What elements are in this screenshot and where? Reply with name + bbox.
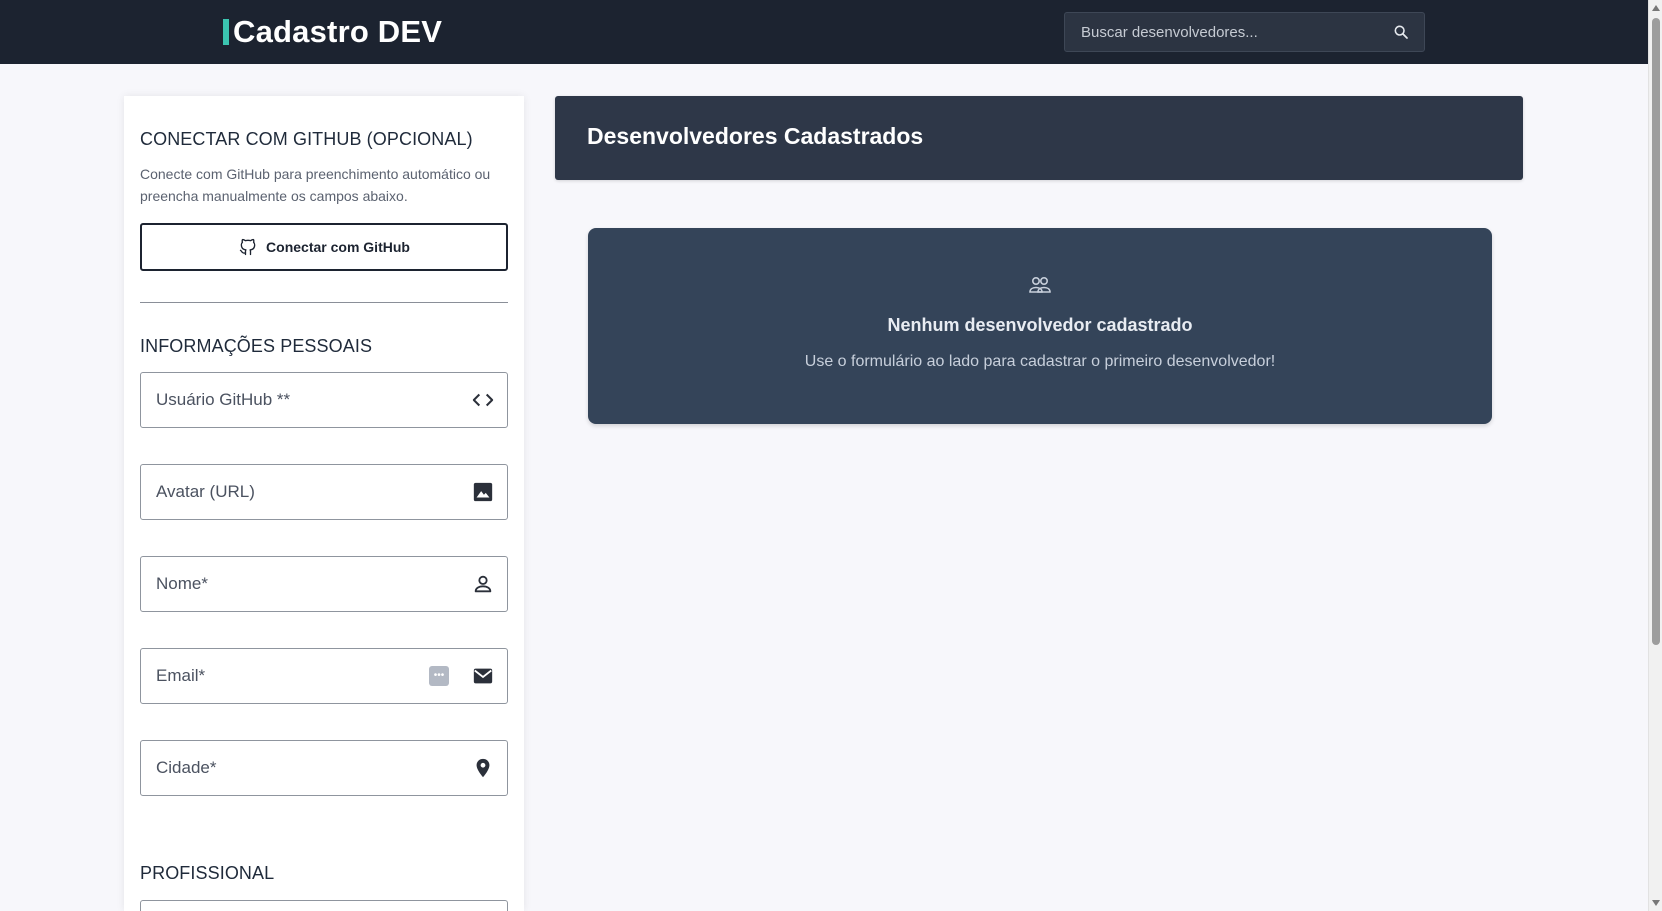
connect-github-button[interactable]: Conectar com GitHub <box>140 223 508 271</box>
image-icon <box>471 480 495 504</box>
github-icon <box>238 237 258 257</box>
search-box <box>1064 12 1425 52</box>
avatar-field <box>140 464 508 520</box>
scroll-thumb[interactable] <box>1652 18 1660 645</box>
github-section-description: Conecte com GitHub para preenchimento au… <box>140 166 491 204</box>
page-scrollbar[interactable] <box>1648 0 1662 911</box>
empty-state-title: Nenhum desenvolvedor cadastrado <box>887 315 1193 335</box>
name-field <box>140 556 508 612</box>
search-input[interactable] <box>1081 23 1392 41</box>
connect-github-label: Conectar com GitHub <box>266 239 410 255</box>
code-icon <box>471 388 495 412</box>
mail-icon <box>471 664 495 688</box>
top-header: Cadastro DEV <box>0 0 1648 64</box>
empty-state-card: Nenhum desenvolvedor cadastrado Use o fo… <box>588 228 1492 424</box>
city-field <box>140 740 508 796</box>
developers-list-header: Desenvolvedores Cadastrados <box>555 96 1523 180</box>
avatar-url-input[interactable] <box>156 482 471 502</box>
group-icon <box>1028 275 1052 295</box>
email-field: ••• <box>140 648 508 704</box>
name-input[interactable] <box>156 574 471 594</box>
brand-logo[interactable]: Cadastro DEV <box>223 14 442 50</box>
empty-state-description: Use o formulário ao lado para cadastrar … <box>804 353 1276 370</box>
section-divider <box>140 302 508 303</box>
brand-accent-bar <box>223 19 229 45</box>
github-section-title: CONECTAR COM GITHUB (OPCIONAL) <box>140 129 473 149</box>
developers-list-title: Desenvolvedores Cadastrados <box>587 123 924 149</box>
email-input[interactable] <box>156 666 429 686</box>
search-icon[interactable] <box>1392 23 1410 41</box>
location-icon <box>471 756 495 780</box>
person-icon <box>471 572 495 596</box>
scroll-down-icon[interactable] <box>1652 900 1660 906</box>
developer-form-panel: CONECTAR COM GITHUB (OPCIONAL) Conecte c… <box>124 96 524 911</box>
city-input[interactable] <box>156 758 471 778</box>
autofill-dots-icon[interactable]: ••• <box>429 666 449 686</box>
github-user-input[interactable] <box>156 390 471 410</box>
scroll-up-icon[interactable] <box>1652 5 1660 11</box>
brand-title: Cadastro DEV <box>233 14 443 49</box>
personal-section-title: INFORMAÇÕES PESSOAIS <box>140 336 373 356</box>
github-user-field <box>140 372 508 428</box>
professional-field <box>140 900 508 911</box>
professional-section-title: PROFISSIONAL <box>140 863 275 883</box>
